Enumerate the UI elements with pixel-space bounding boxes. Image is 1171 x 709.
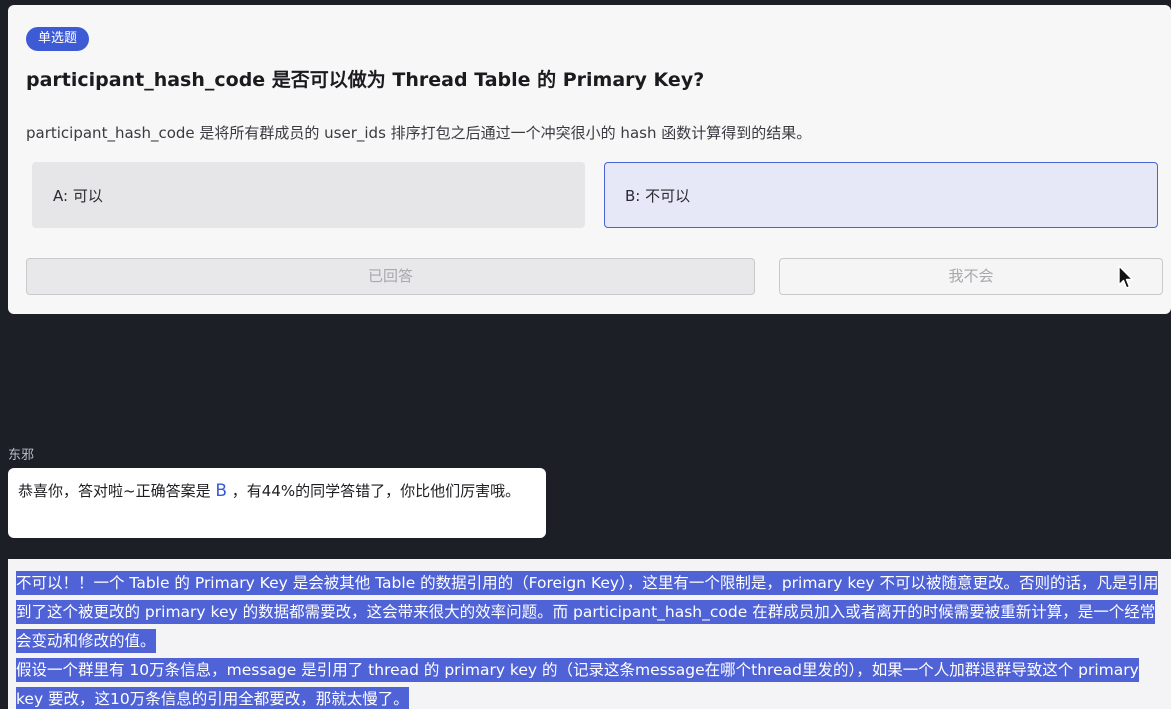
question-type-badge: 单选题 — [26, 27, 90, 51]
mouse-pointer-icon — [1118, 265, 1134, 289]
option-b[interactable]: B: 不可以 — [604, 162, 1158, 228]
chat-message-bubble: 恭喜你，答对啦~正确答案是 B ，有44%的同学答错了，你比他们厉害哦。 — [8, 468, 546, 538]
message-text-suffix: ，有44%的同学答错了，你比他们厉害哦。 — [227, 482, 521, 500]
explanation-paragraph-1: 不可以！！一个 Table 的 Primary Key 是会被其他 Table … — [16, 571, 1159, 653]
option-a[interactable]: A: 可以 — [32, 162, 585, 228]
question-description: participant_hash_code 是将所有群成员的 user_ids … — [26, 124, 812, 142]
sender-name: 东邪 — [8, 448, 35, 463]
explanation-panel: 不可以！！一个 Table 的 Primary Key 是会被其他 Table … — [8, 559, 1171, 709]
quiz-card: 单选题 participant_hash_code 是否可以做为 Thread … — [8, 5, 1171, 314]
dont-know-button[interactable]: 我不会 — [779, 258, 1163, 295]
explanation-text[interactable]: 不可以！！一个 Table 的 Primary Key 是会被其他 Table … — [16, 569, 1168, 709]
message-text-prefix: 恭喜你，答对啦~正确答案是 — [18, 482, 216, 500]
explanation-paragraph-2: 假设一个群里有 10万条信息，message 是引用了 thread 的 pri… — [16, 658, 1139, 709]
correct-answer-letter: B — [215, 481, 228, 501]
answered-button[interactable]: 已回答 — [26, 258, 755, 295]
question-title: participant_hash_code 是否可以做为 Thread Tabl… — [26, 69, 705, 91]
